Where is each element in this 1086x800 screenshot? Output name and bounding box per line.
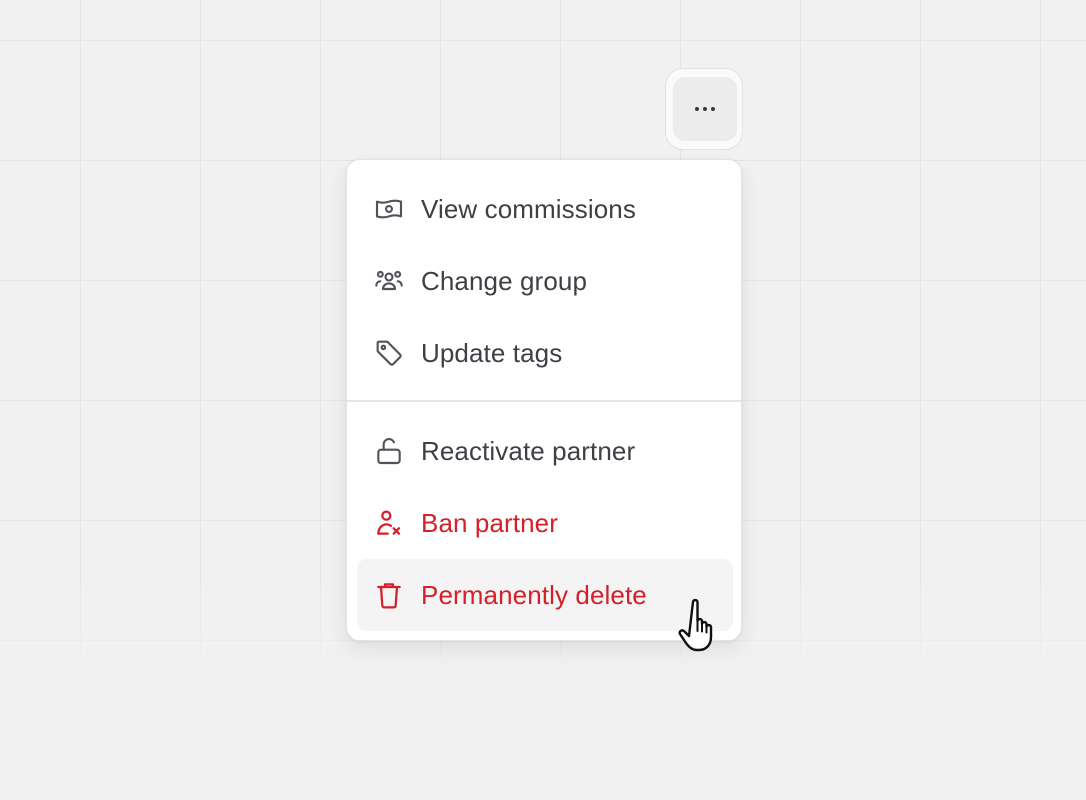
menu-item-view-commissions[interactable]: View commissions bbox=[357, 173, 733, 245]
canvas: View commissions Change group Update tag… bbox=[0, 0, 1086, 800]
menu-item-label: Update tags bbox=[421, 337, 563, 368]
menu-item-update-tags[interactable]: Update tags bbox=[357, 317, 733, 389]
banknote-icon bbox=[373, 193, 405, 225]
unlock-icon bbox=[373, 435, 405, 467]
menu-item-reactivate-partner[interactable]: Reactivate partner bbox=[357, 415, 733, 487]
dropdown-menu: View commissions Change group Update tag… bbox=[346, 159, 742, 641]
more-button-ring bbox=[665, 68, 743, 150]
menu-item-label: Permanently delete bbox=[421, 579, 647, 610]
hand-pointer-cursor-icon bbox=[676, 596, 724, 656]
users-group-icon bbox=[373, 265, 405, 297]
more-horizontal-icon bbox=[695, 107, 715, 111]
menu-item-label: Reactivate partner bbox=[421, 435, 636, 466]
menu-item-label: Ban partner bbox=[421, 507, 558, 538]
tag-icon bbox=[373, 337, 405, 369]
menu-item-ban-partner[interactable]: Ban partner bbox=[357, 487, 733, 559]
menu-item-label: Change group bbox=[421, 265, 587, 296]
menu-divider bbox=[347, 400, 741, 402]
user-x-icon bbox=[373, 507, 405, 539]
more-options-button[interactable] bbox=[673, 77, 737, 141]
menu-item-change-group[interactable]: Change group bbox=[357, 245, 733, 317]
trash-icon bbox=[373, 579, 405, 611]
menu-item-label: View commissions bbox=[421, 193, 636, 224]
